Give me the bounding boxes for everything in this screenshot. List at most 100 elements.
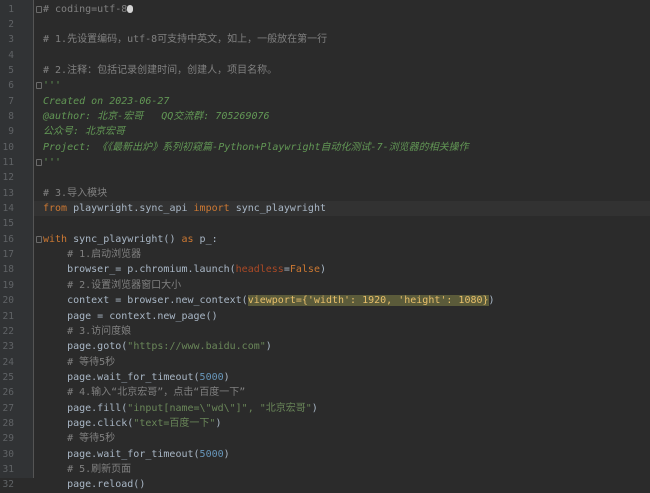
code-token: False <box>289 264 320 276</box>
line-number: 8 <box>8 110 14 122</box>
code-text[interactable]: page.wait_for_timeout(5000) <box>43 370 230 385</box>
code-token: # 4.输入“北京宏哥”，点击“百度一下” <box>67 387 246 399</box>
code-line[interactable]: 18 browser_= p.chromium.launch(headless=… <box>0 262 650 277</box>
code-line[interactable]: 24 # 等待5秒 <box>0 355 650 370</box>
code-line[interactable]: 2 <box>0 17 650 32</box>
code-line[interactable]: 32 page.reload() <box>0 477 650 492</box>
code-text[interactable]: # 2.注释：包括记录创建时间，创建人，项目名称。 <box>43 63 277 78</box>
code-line[interactable]: 23 page.goto("https://www.baidu.com") <box>0 339 650 354</box>
code-text[interactable]: page.reload() <box>43 477 145 492</box>
code-line[interactable]: 16 with sync_playwright() as p_: <box>0 232 650 247</box>
fold-marker-icon[interactable] <box>36 159 42 166</box>
code-text[interactable]: page.fill("input[name=\"wd\"]", "北京宏哥") <box>43 401 318 416</box>
code-text[interactable]: page.wait_for_timeout(5000) <box>43 447 230 462</box>
code-line[interactable]: 27 page.fill("input[name=\"wd\"]", "北京宏哥… <box>0 401 650 416</box>
code-token: playwright.sync_api <box>73 203 194 215</box>
code-text[interactable]: Created on 2023-06-27 <box>43 94 169 109</box>
line-number: 5 <box>8 64 14 76</box>
code-line[interactable]: 17 # 1.启动浏览器 <box>0 247 650 262</box>
code-text[interactable]: ''' <box>43 78 61 93</box>
code-text[interactable]: Project: 《《最新出炉》系列初窥篇-Python+Playwright自… <box>43 140 469 155</box>
code-token: ) <box>223 448 230 460</box>
code-token: 公众号: 北京宏哥 <box>43 126 126 138</box>
code-text[interactable]: page.click("text=百度一下") <box>43 416 221 431</box>
code-line[interactable]: 9 公众号: 北京宏哥 <box>0 124 650 139</box>
line-number: 4 <box>8 49 14 61</box>
code-text[interactable]: browser_= p.chromium.launch(headless=Fal… <box>43 262 326 277</box>
code-line[interactable]: 22 # 3.访问度娘 <box>0 324 650 339</box>
code-text[interactable]: # 4.输入“北京宏哥”，点击“百度一下” <box>43 385 245 400</box>
code-token: ) <box>311 402 318 414</box>
code-line[interactable]: 3 # 1.先设置编码，utf-8可支持中英文，如上，一般放在第一行 <box>0 32 650 47</box>
code-line[interactable]: 21 page = context.new_page() <box>0 309 650 324</box>
line-number: 19 <box>2 279 14 291</box>
fold-marker-icon[interactable] <box>36 5 42 13</box>
code-line[interactable]: 12 <box>0 170 650 185</box>
highlighted-argument: viewport={'width': 1920, 'height': 1080} <box>247 295 489 307</box>
code-line[interactable]: 13 # 3.导入模块 <box>0 186 650 201</box>
code-text[interactable]: page = context.new_page() <box>43 309 218 324</box>
code-line[interactable]: 7 Created on 2023-06-27 <box>0 94 650 109</box>
code-line[interactable]: 14 from playwright.sync_api import sync_p… <box>0 201 650 217</box>
code-token: "input[name=\"wd\"]", "北京宏哥" <box>127 402 312 414</box>
code-text[interactable]: # 1.启动浏览器 <box>43 247 141 262</box>
line-number: 22 <box>2 325 14 337</box>
code-line[interactable]: 15 <box>0 216 650 231</box>
code-line[interactable]: 8 @author: 北京-宏哥 QQ交流群: 705269076 <box>0 109 650 124</box>
code-token: # 2.注释：包括记录创建时间，创建人，项目名称。 <box>43 64 278 76</box>
code-line[interactable]: 6 ''' <box>0 78 650 93</box>
code-text[interactable]: from playwright.sync_api import sync_pla… <box>43 201 326 216</box>
code-line[interactable]: 11 ''' <box>0 155 650 170</box>
code-line[interactable]: 28 page.click("text=百度一下") <box>0 416 650 431</box>
code-token: @author: 北京-宏哥 QQ交流群: 705269076 <box>43 110 270 122</box>
code-line[interactable]: 1 # coding=utf-8 <box>0 2 650 17</box>
fold-marker-icon[interactable] <box>36 82 42 90</box>
code-token: page.goto( <box>43 341 128 353</box>
code-line[interactable]: 20 context = browser.new_context(viewpor… <box>0 293 650 308</box>
code-text[interactable]: # 等待5秒 <box>43 355 115 370</box>
code-text[interactable]: # 等待5秒 <box>43 431 115 446</box>
line-number: 15 <box>2 218 14 230</box>
code-token: # 3.导入模块 <box>43 187 108 199</box>
code-text[interactable]: ''' <box>43 155 61 170</box>
code-text[interactable]: page.goto("https://www.baidu.com") <box>43 339 272 354</box>
code-token: # 等待5秒 <box>67 433 116 445</box>
code-text[interactable]: # 1.先设置编码，utf-8可支持中英文，如上，一般放在第一行 <box>43 32 327 47</box>
code-text[interactable]: context = browser.new_context(viewport={… <box>43 293 495 308</box>
fold-marker-icon[interactable] <box>36 235 42 243</box>
code-token: ) <box>223 371 230 383</box>
code-token: Created on 2023-06-27 <box>43 95 170 107</box>
code-text[interactable]: # 5.刷新页面 <box>43 462 131 477</box>
line-number: 18 <box>2 264 14 276</box>
code-token: as <box>181 233 200 245</box>
code-token: from <box>43 203 74 215</box>
code-token: context = browser.new_context( <box>43 295 248 307</box>
code-line[interactable]: 31 # 5.刷新页面 <box>0 462 650 477</box>
code-token: Project: 《《最新出炉》系列初窥篇-Python+Playwright自… <box>43 141 469 153</box>
code-line[interactable]: 30 page.wait_for_timeout(5000) <box>0 447 650 462</box>
code-token: # 2.设置浏览器窗口大小 <box>67 279 182 291</box>
code-text[interactable]: 公众号: 北京宏哥 <box>43 124 125 139</box>
code-line[interactable]: 26 # 4.输入“北京宏哥”，点击“百度一下” <box>0 385 650 400</box>
line-number: 27 <box>2 402 14 414</box>
code-line[interactable]: 29 # 等待5秒 <box>0 431 650 446</box>
code-line[interactable]: 10 Project: 《《最新出炉》系列初窥篇-Python+Playwrigh… <box>0 140 650 155</box>
code-line[interactable]: 19 # 2.设置浏览器窗口大小 <box>0 278 650 293</box>
code-text[interactable]: # 3.导入模块 <box>43 186 107 201</box>
code-token: 5000 <box>199 448 224 460</box>
code-text[interactable]: # 2.设置浏览器窗口大小 <box>43 278 181 293</box>
code-text[interactable]: # 3.访问度娘 <box>43 324 131 339</box>
code-token: # 3.访问度娘 <box>67 325 132 337</box>
code-text[interactable]: # coding=utf-8 <box>43 2 134 17</box>
code-editor[interactable]: 1 # coding=utf-8 2 3 # 1.先设置编码，utf-8可支持中英文，如… <box>0 0 650 490</box>
code-text[interactable]: with sync_playwright() as p_: <box>43 232 218 247</box>
line-number: 9 <box>8 126 14 138</box>
code-line[interactable]: 4 <box>0 48 650 63</box>
code-text[interactable]: @author: 北京-宏哥 QQ交流群: 705269076 <box>43 109 270 124</box>
code-line[interactable]: 5 # 2.注释：包括记录创建时间，创建人，项目名称。 <box>0 63 650 78</box>
code-line[interactable]: 25 page.wait_for_timeout(5000) <box>0 370 650 385</box>
line-number: 14 <box>2 203 14 215</box>
line-number: 21 <box>2 310 14 322</box>
